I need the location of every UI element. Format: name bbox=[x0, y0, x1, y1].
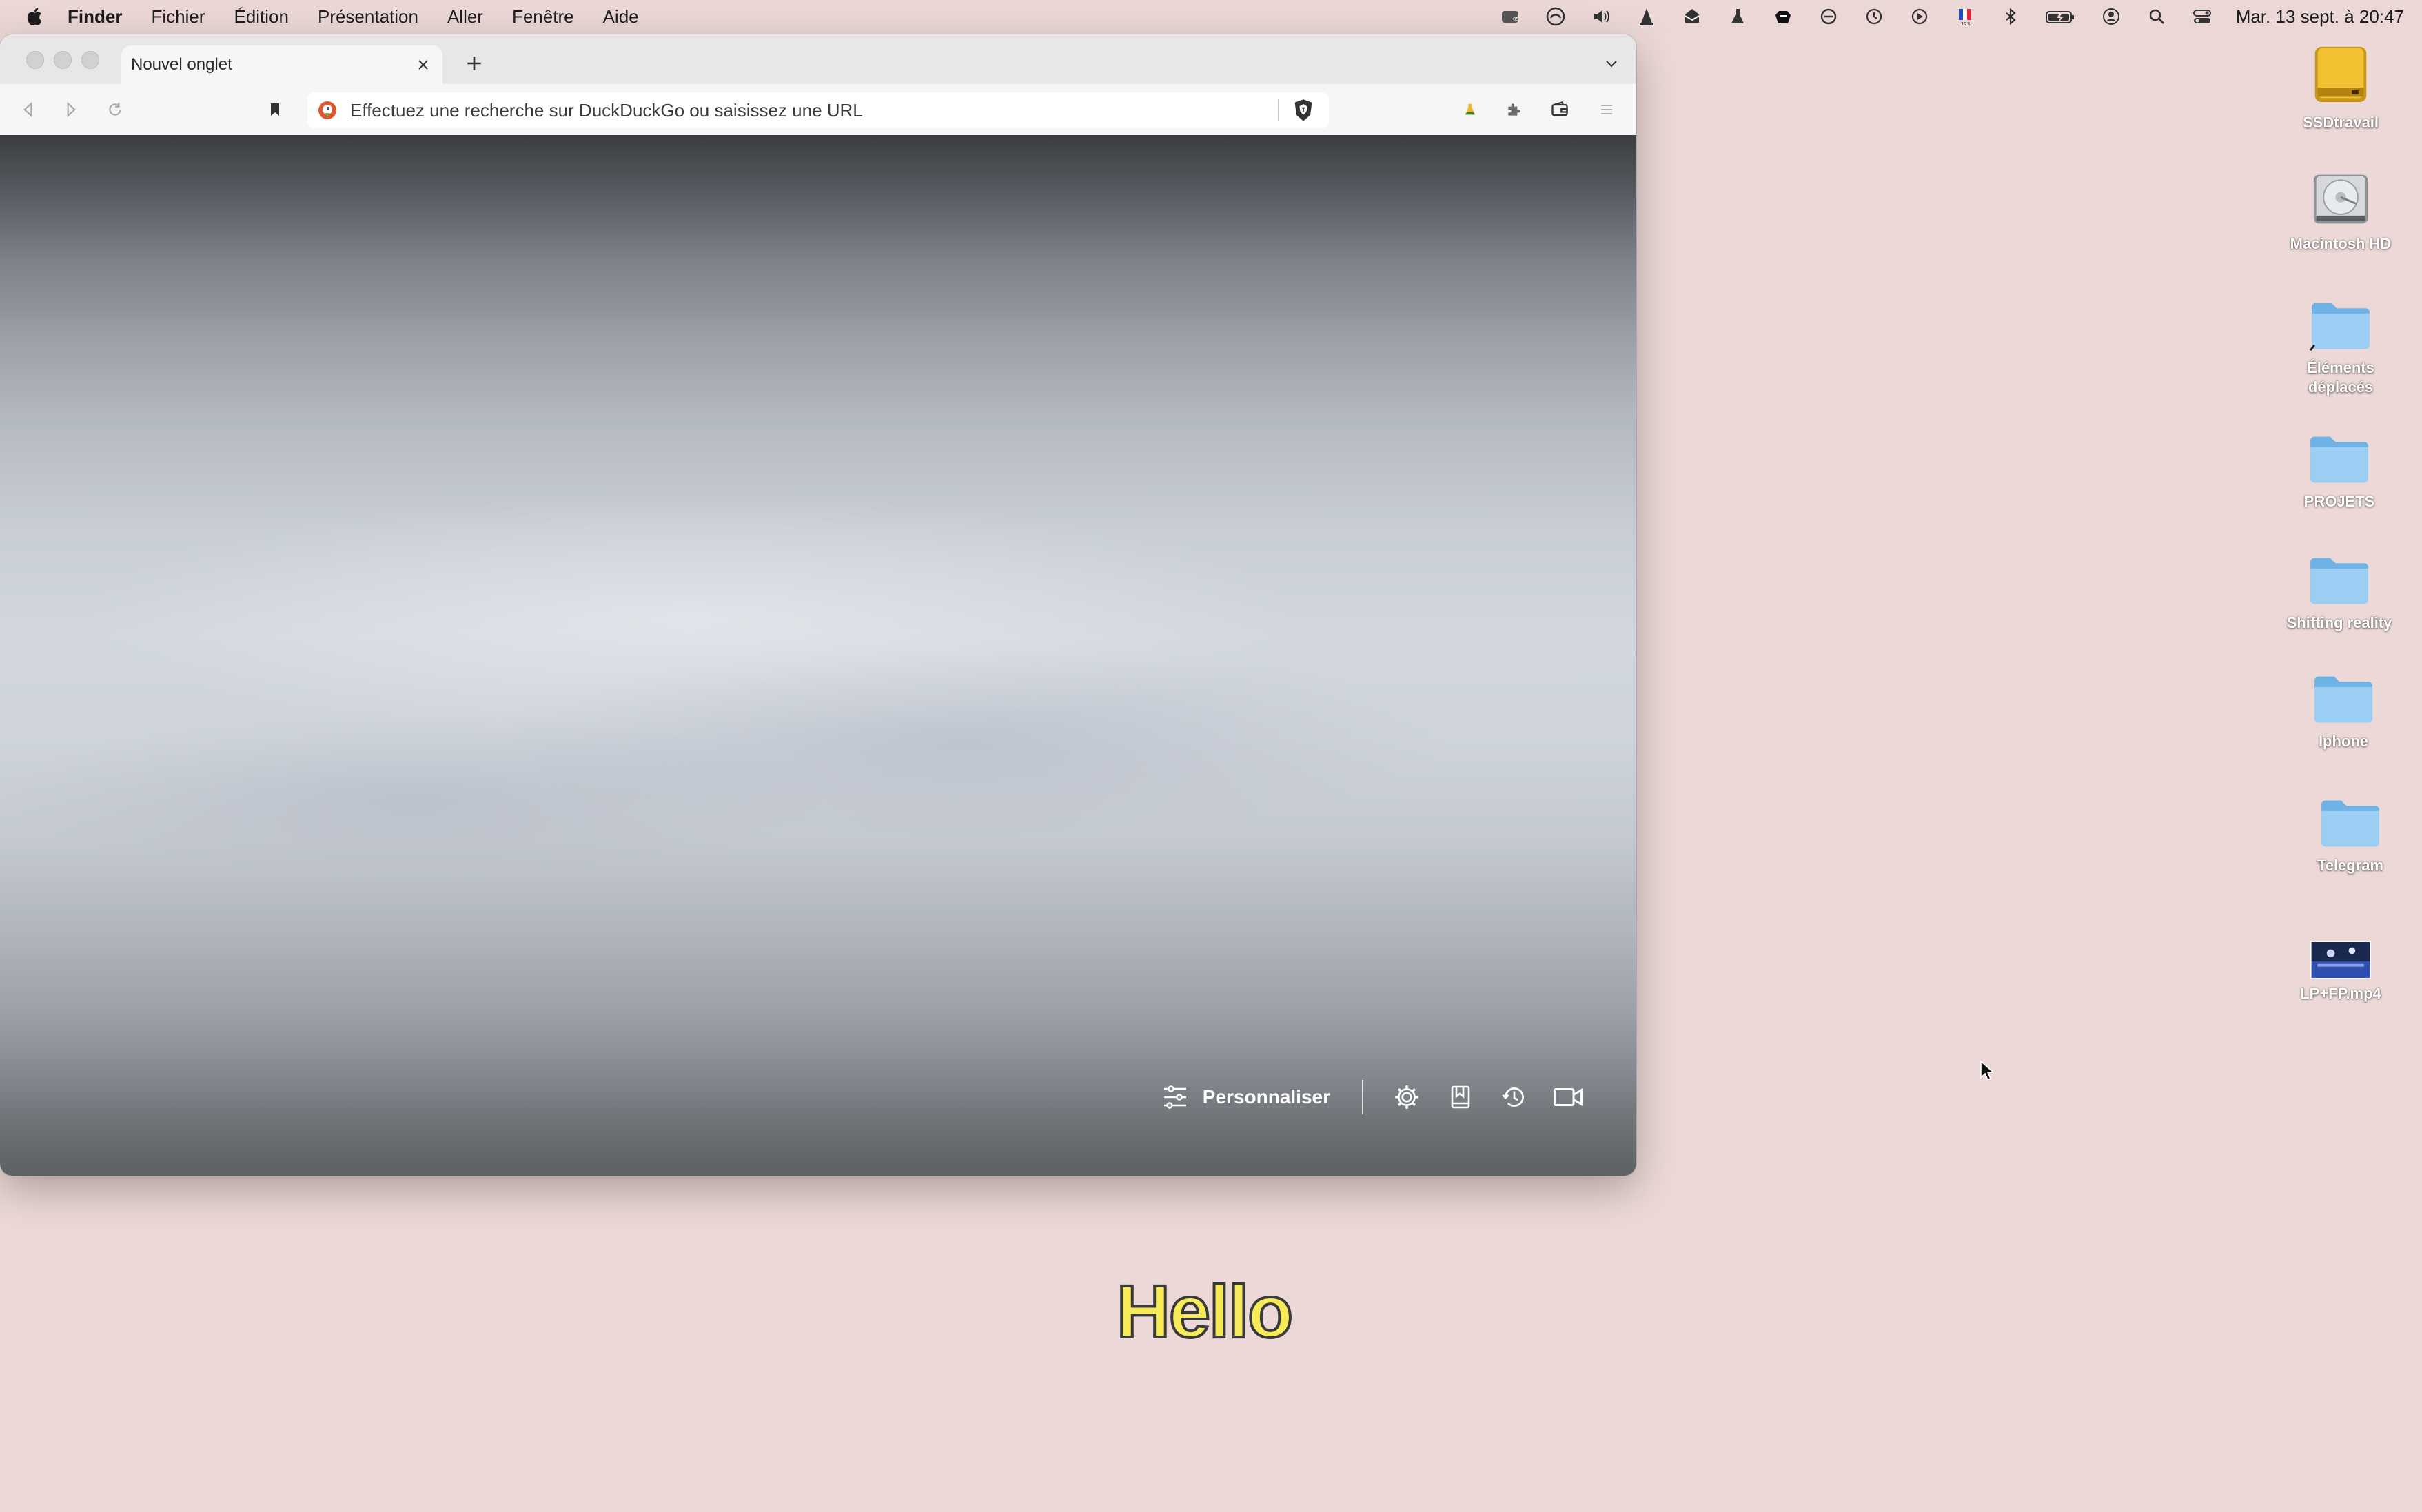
user-icon[interactable] bbox=[2099, 5, 2123, 28]
browser-toolbar bbox=[0, 84, 1636, 136]
browser-window: Nouvel onglet Effectuez une recherche su… bbox=[0, 34, 1636, 1176]
tab-title: Nouvel onglet bbox=[131, 55, 232, 74]
brave-shields-icon[interactable] bbox=[1292, 98, 1315, 123]
menu-presentation[interactable]: Présentation bbox=[318, 6, 418, 28]
url-input[interactable] bbox=[349, 99, 1278, 122]
apple-menu-icon[interactable] bbox=[25, 6, 44, 28]
folder-icon bbox=[2314, 676, 2372, 723]
desktop-item-label: Éléments déplacés bbox=[2307, 359, 2374, 396]
desktop-item-shifting-reality[interactable]: Shifting reality bbox=[2263, 553, 2415, 633]
volume-icon[interactable] bbox=[1589, 5, 1613, 28]
flask-icon[interactable] bbox=[1726, 5, 1749, 28]
bookmark-icon[interactable] bbox=[261, 95, 289, 124]
creative-cloud-icon[interactable] bbox=[1544, 5, 1567, 28]
desktop-item-projets[interactable]: PROJETS bbox=[2263, 431, 2415, 511]
menu-edition[interactable]: Édition bbox=[234, 6, 289, 28]
desktop-item-telegram[interactable]: Telegram bbox=[2275, 795, 2422, 875]
desktop-item-label: Macintosh HD bbox=[2290, 235, 2392, 252]
desktop-item-macintosh-hd[interactable]: Macintosh HD bbox=[2265, 170, 2416, 254]
mouse-cursor-icon bbox=[1980, 1060, 1993, 1081]
forward-button[interactable] bbox=[57, 95, 85, 124]
new-tab-page-background: Personnaliser bbox=[0, 135, 1636, 1176]
customize-button[interactable]: Personnaliser bbox=[1161, 1083, 1330, 1111]
customize-label: Personnaliser bbox=[1202, 1086, 1330, 1107]
menu-aide[interactable]: Aide bbox=[603, 6, 639, 28]
flag-fr-icon[interactable]: 123 bbox=[1953, 5, 1977, 28]
desktop-item-label: Telegram bbox=[2317, 857, 2384, 874]
duckduckgo-icon bbox=[318, 101, 336, 119]
video-thumbnail bbox=[2310, 941, 2371, 979]
desktop-item-label: SSDtravail bbox=[2302, 114, 2379, 131]
folder-icon bbox=[2310, 436, 2368, 483]
ntp-controls: Personnaliser bbox=[1161, 1076, 1585, 1118]
desktop-item-iphone[interactable]: Iphone bbox=[2268, 671, 2419, 751]
tab-list-chevron-down-icon[interactable] bbox=[1598, 50, 1625, 77]
controls-divider bbox=[1362, 1080, 1363, 1114]
sliders-icon bbox=[1163, 1085, 1186, 1109]
back-button[interactable] bbox=[14, 95, 43, 124]
menu-clock[interactable]: Mar. 13 sept. à 20:47 bbox=[2236, 6, 2404, 28]
bookmarks-icon[interactable] bbox=[1443, 1080, 1478, 1114]
close-window-button[interactable] bbox=[26, 51, 44, 69]
minimize-window-button[interactable] bbox=[54, 51, 72, 69]
address-bar[interactable] bbox=[307, 92, 1329, 128]
history-icon[interactable] bbox=[1497, 1080, 1531, 1114]
svg-text:05: 05 bbox=[1513, 17, 1519, 22]
extensions-puzzle-icon[interactable] bbox=[1500, 95, 1529, 124]
menu-aller[interactable]: Aller bbox=[447, 6, 483, 28]
tab-strip: Nouvel onglet bbox=[0, 34, 1636, 84]
tab-new-tab[interactable]: Nouvel onglet bbox=[121, 45, 442, 84]
menu-fichier[interactable]: Fichier bbox=[151, 6, 205, 28]
svg-text:123: 123 bbox=[1961, 21, 1970, 27]
folder-alias-icon bbox=[2310, 303, 2370, 351]
dropbox-icon[interactable] bbox=[1771, 5, 1795, 28]
reload-button[interactable] bbox=[101, 95, 130, 124]
close-tab-icon[interactable] bbox=[411, 52, 436, 77]
drive-icon bbox=[2314, 46, 2367, 103]
search-icon[interactable] bbox=[2145, 5, 2168, 28]
hard-disk-icon bbox=[2313, 174, 2368, 224]
play-icon[interactable] bbox=[1908, 5, 1931, 28]
wallet-icon[interactable] bbox=[1545, 95, 1574, 124]
desktop-item-label: Shifting reality bbox=[2286, 614, 2392, 631]
desktop-item-label: PROJETS bbox=[2303, 493, 2375, 510]
control-center-icon[interactable] bbox=[2190, 5, 2214, 28]
mail-icon[interactable] bbox=[1680, 5, 1704, 28]
menu-fenetre[interactable]: Fenêtre bbox=[512, 6, 574, 28]
brave-talk-video-icon[interactable] bbox=[1551, 1080, 1585, 1114]
hello-overlay-text: Hello bbox=[1115, 1268, 1294, 1354]
rewards-flask-icon[interactable] bbox=[1456, 95, 1485, 124]
sync-icon[interactable] bbox=[1817, 5, 1840, 28]
url-divider bbox=[1278, 99, 1279, 121]
menu-app-finder[interactable]: Finder bbox=[68, 6, 122, 28]
menu-bar: Finder Fichier Édition Présentation Alle… bbox=[0, 0, 2422, 33]
vlc-icon[interactable] bbox=[1635, 5, 1658, 28]
desktop-item-label: Iphone bbox=[2318, 733, 2369, 750]
folder-icon bbox=[2310, 558, 2368, 604]
battery-icon[interactable] bbox=[2044, 5, 2077, 28]
desktop-item-label: LP+FP.mp4 bbox=[2300, 985, 2381, 1002]
new-tab-button[interactable] bbox=[460, 50, 488, 77]
desktop-item-elements-deplaces[interactable]: Éléments déplacés bbox=[2265, 298, 2416, 397]
settings-gear-icon[interactable] bbox=[1390, 1080, 1424, 1114]
status-area: 05 123 Mar. 13 sept. à 20:47 bbox=[1476, 0, 2404, 33]
plex-icon[interactable]: 05 bbox=[1498, 5, 1522, 28]
folder-icon bbox=[2321, 800, 2379, 847]
time-machine-icon[interactable] bbox=[1862, 5, 1886, 28]
desktop-item-lp-fp-mp4[interactable]: LP+FP.mp4 bbox=[2265, 941, 2416, 1003]
menu-hamburger-icon[interactable] bbox=[1592, 95, 1621, 124]
bluetooth-icon[interactable] bbox=[1999, 5, 2022, 28]
zoom-window-button[interactable] bbox=[81, 51, 99, 69]
desktop-item-ssdtravail[interactable]: SSDtravail bbox=[2265, 41, 2416, 132]
